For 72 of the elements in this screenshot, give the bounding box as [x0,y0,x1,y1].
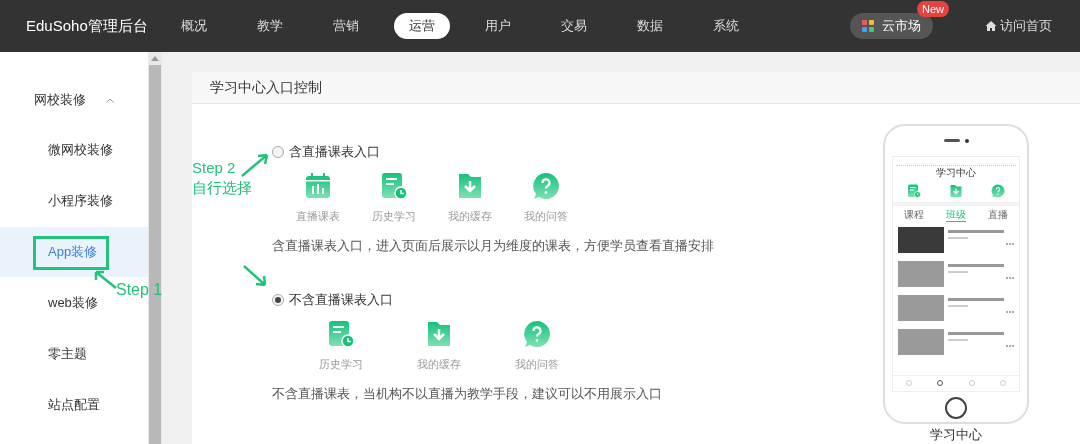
text-line-placeholder [948,297,1004,301]
calendar-icon [304,171,332,200]
folder-download-icon [949,183,963,198]
brand-title: EduSoho管理后台 [26,15,149,36]
text-line-placeholder [948,270,968,273]
text-line-placeholder [948,338,968,341]
photo-placeholder [898,260,944,287]
nav-tab[interactable]: 概况 [166,13,222,39]
nav-tab[interactable]: 系统 [698,13,754,39]
sidebar-item[interactable]: 小程序装修 [0,176,112,226]
sidebar-item[interactable]: App装修 [0,227,148,277]
entry-label: 我的缓存 [448,208,492,224]
nav-tab[interactable]: 数据 [622,13,678,39]
sidebar-item[interactable]: 站点配置 [0,380,112,430]
radio-option[interactable]: 含直播课表入口 [272,143,792,160]
sidebar-item[interactable]: web装修 [0,278,112,328]
text-line-placeholder [948,304,968,307]
text-line-placeholder [948,263,1004,267]
question-bubble-icon [532,171,560,200]
photo-placeholder [898,328,944,355]
sidebar-item[interactable]: 零主题 [0,329,112,379]
speaker-slot [943,139,960,142]
text-line-placeholder [948,236,968,239]
nav-tab[interactable]: 用户 [470,13,526,39]
nav-tab[interactable]: 运营 [394,13,450,39]
option-description: 不含直播课表，当机构不以直播为教学手段，建议可以不用展示入口 [272,385,663,403]
entry-label: 我的问答 [524,208,568,224]
photo-placeholder [898,226,944,253]
preview-caption: 学习中心 [930,425,982,444]
radio-button[interactable] [272,293,284,306]
question-bubble-icon [991,183,1005,198]
entry-label: 历史学习 [319,356,363,372]
entry-label: 我的缓存 [417,356,461,372]
new-badge: New [917,1,949,17]
document-clock-icon [327,319,355,348]
step-label: Step 2 [192,158,237,178]
more-dots-icon [1006,276,1014,279]
home-icon [985,20,997,32]
entry-label: 我的问答 [515,356,559,372]
entry-label: 直播课表 [296,208,340,224]
panel-title: 学习中心入口控制 [210,77,322,97]
more-dots-icon [1006,310,1014,313]
arrow-annotation [242,264,268,288]
text-line-placeholder [948,229,1004,233]
arrow-annotation [240,152,270,178]
visit-home-link[interactable]: 访问首页 [985,16,1052,36]
screen-title: 学习中心 [935,165,977,180]
nav-tab[interactable]: 营销 [318,13,374,39]
step-label: Step 1 [116,280,163,300]
screen-tab[interactable]: 直播 [988,207,1008,222]
screen-tab[interactable]: 课程 [904,207,924,222]
step-label: 自行选择 [192,178,252,198]
nav-tab[interactable]: 教学 [242,13,298,39]
folder-download-icon [456,171,484,200]
radio-option[interactable]: 不含直播课表入口 [272,291,792,308]
more-dots-icon [1006,242,1014,245]
entry-label: 历史学习 [372,208,416,224]
folder-download-icon [425,319,453,348]
cloud-market-button[interactable]: 云市场 [850,13,933,39]
sidebar-item[interactable]: 微网校装修 [0,125,112,175]
question-bubble-icon [523,319,551,348]
sidebar-group[interactable]: 网校装修 [0,88,148,112]
more-dots-icon [1006,344,1014,347]
text-line-placeholder [948,331,1004,335]
nav-tab[interactable]: 交易 [546,13,602,39]
option-description: 含直播课表入口，进入页面后展示以月为维度的课表，方便学员查看直播安排 [272,237,715,255]
grid-icon [862,20,874,32]
radio-button[interactable] [272,145,284,158]
photo-placeholder [898,294,944,321]
document-clock-icon [907,183,921,198]
document-clock-icon [380,171,408,200]
arrow-annotation [92,268,118,290]
